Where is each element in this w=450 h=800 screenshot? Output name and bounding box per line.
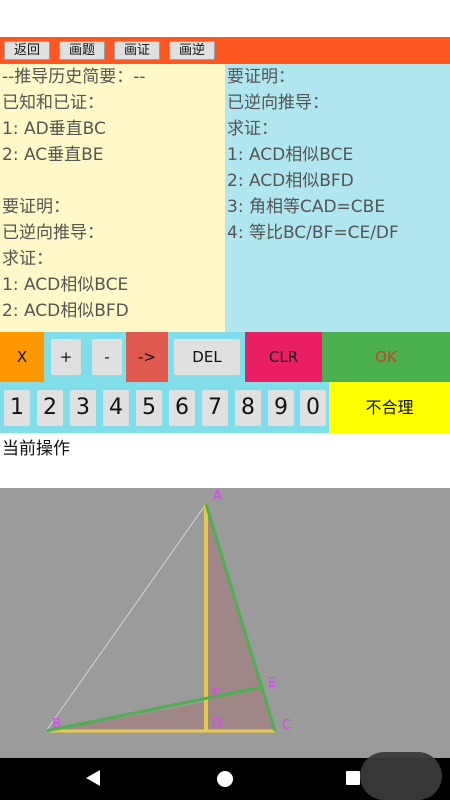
goal-line: 已逆向推导： [227,93,329,113]
recent-apps-icon[interactable] [346,771,360,785]
number-button-6[interactable]: 6 [169,390,195,426]
arrow-button[interactable]: -> [126,332,168,382]
toolbar: 返回 画题 画证 画逆 [0,37,450,64]
number-button-0[interactable]: 0 [300,390,326,426]
draw-proof-button[interactable]: 画证 [114,41,160,60]
history-line: 1: ACD相似BCE [2,275,129,295]
history-line: 已知和已证： [2,93,104,113]
point-label-d: D [212,717,222,732]
ok-button[interactable]: OK [322,332,450,382]
goal-line: 求证： [227,119,278,139]
back-triangle-icon[interactable] [86,770,100,786]
number-button-2[interactable]: 2 [37,390,63,426]
goal-line: 1: ACD相似BCE [227,145,354,165]
history-line: 2: ACD相似BFD [2,301,129,321]
number-row: 1 2 3 4 5 6 7 8 9 0 不合理 [0,382,450,433]
history-panel[interactable]: --推导历史简要：-- 已知和已证： 1: AD垂直BC 2: AC垂直BE 要… [0,64,225,332]
history-line: 1: AD垂直BC [2,119,106,139]
number-button-4[interactable]: 4 [103,390,129,426]
history-line: 已逆向推导： [2,223,104,243]
history-line: 求证： [2,249,53,269]
number-button-3[interactable]: 3 [70,390,96,426]
operator-row: X + - -> DEL CLR OK [0,332,450,382]
minus-button[interactable]: - [92,339,122,375]
draw-problem-button[interactable]: 画题 [59,41,105,60]
draw-reverse-button[interactable]: 画逆 [169,41,215,60]
number-button-9[interactable]: 9 [268,390,294,426]
delete-button[interactable]: DEL [174,339,240,375]
point-label-a: A [213,489,222,504]
clear-button[interactable]: CLR [245,332,322,382]
point-label-b: B [52,717,61,732]
back-button[interactable]: 返回 [4,41,50,60]
history-line: 2: AC垂直BE [2,145,104,165]
unreasonable-button[interactable]: 不合理 [329,382,450,433]
number-button-1[interactable]: 1 [4,390,30,426]
goal-panel[interactable]: 要证明： 已逆向推导： 求证： 1: ACD相似BCE 2: ACD相似BFD … [225,64,450,332]
history-line: --推导历史简要：-- [2,67,146,87]
floating-assist-bubble[interactable] [360,752,442,800]
current-operation-label: 当前操作 [2,439,70,459]
goal-line: 2: ACD相似BFD [227,171,354,191]
goal-line: 4: 等比BC/BF=CE/DF [227,223,399,243]
geometry-figure: A B C D E F [45,489,291,733]
geometry-canvas[interactable]: A B C D E F [0,488,450,758]
home-circle-icon[interactable] [217,771,233,787]
segment-ab [45,503,207,732]
goal-line: 3: 角相等CAD=CBE [227,197,386,217]
history-line: 要证明： [2,197,70,217]
goal-line: 要证明： [227,67,295,87]
number-button-7[interactable]: 7 [202,390,228,426]
point-label-c: C [282,718,291,733]
point-label-f: F [212,687,219,702]
history-line [2,168,225,194]
number-button-5[interactable]: 5 [136,390,162,426]
multiply-button[interactable]: X [0,332,44,382]
point-label-e: E [268,676,276,691]
number-button-8[interactable]: 8 [235,390,261,426]
plus-button[interactable]: + [51,339,81,375]
